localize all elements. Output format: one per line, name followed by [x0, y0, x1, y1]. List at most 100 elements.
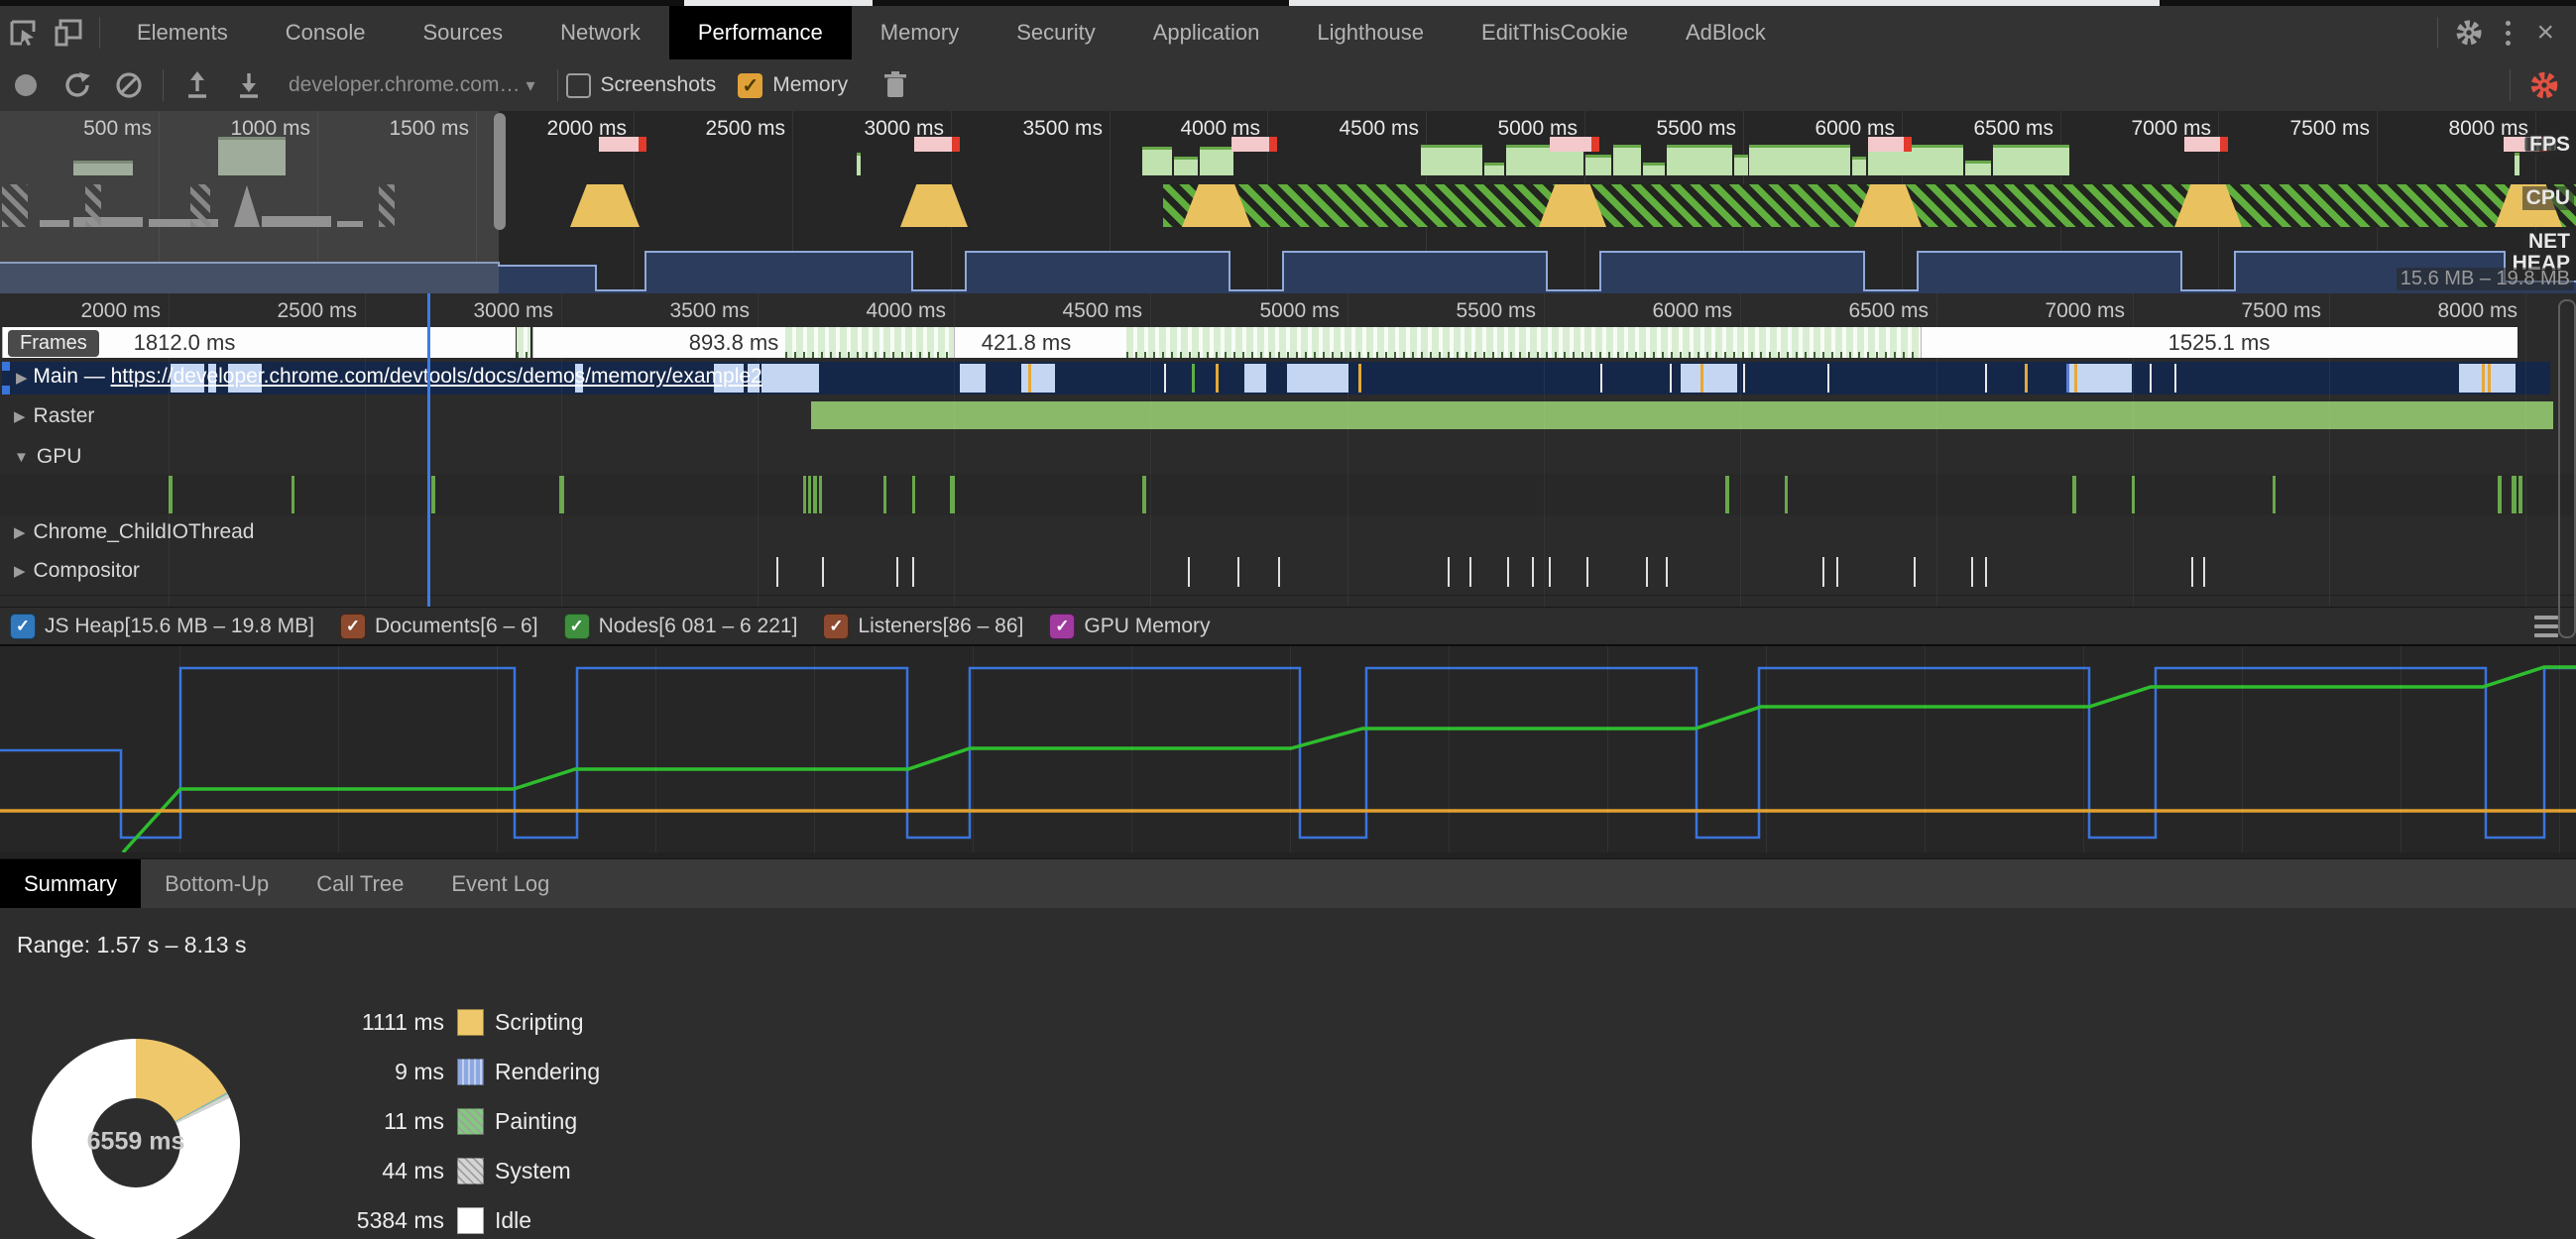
main-thread-track[interactable]: ▶ Main — https://developer.chrome.com/de… [0, 360, 2576, 397]
frames-track[interactable]: 1812.0 ms893.8 ms421.8 ms1525.1 msFrames [0, 327, 2576, 362]
counter-checkbox[interactable]: ✓ [10, 614, 36, 639]
collapsed-arrow-icon[interactable]: ▶ [16, 370, 28, 387]
overlay-menu-icon[interactable] [2534, 616, 2558, 637]
close-devtools-icon[interactable]: × [2524, 18, 2566, 48]
counter-label[interactable]: Documents[6 – 6] [375, 615, 538, 638]
tab-application[interactable]: Application [1124, 6, 1289, 59]
tab-elements[interactable]: Elements [108, 6, 257, 59]
screenshots-label[interactable]: Screenshots [601, 73, 717, 97]
overview-cpu-label: CPU [2522, 186, 2574, 210]
record-button[interactable] [6, 67, 46, 103]
counter-item: ✓ Documents[6 – 6] [340, 614, 538, 639]
counter-label[interactable]: JS Heap[15.6 MB – 19.8 MB] [45, 615, 314, 638]
gpu-activity-tick [813, 476, 817, 513]
tab-adblock[interactable]: AdBlock [1657, 6, 1795, 59]
legend-label: Painting [495, 1108, 577, 1135]
tab-memory[interactable]: Memory [852, 6, 988, 59]
clear-button[interactable] [109, 67, 149, 103]
gpu-activity-tick [2512, 476, 2517, 513]
timeline-overview[interactable]: 500 ms1000 ms1500 ms2000 ms2500 ms3000 m… [0, 111, 2576, 293]
memory-label[interactable]: Memory [772, 73, 848, 97]
detail-ruler-label: 8000 ms [2437, 299, 2525, 323]
expanded-arrow-icon[interactable]: ▼ [14, 449, 29, 466]
long-frame-marker [599, 137, 646, 152]
chrome-childiothread-track[interactable]: ▶Chrome_ChildIOThread [0, 515, 2576, 552]
vertical-scrollbar[interactable] [2558, 299, 2576, 638]
counter-label[interactable]: Nodes[6 081 – 6 221] [599, 615, 798, 638]
garbage-collect-icon[interactable] [876, 67, 915, 103]
tab-performance[interactable]: Performance [669, 6, 852, 59]
selection-edge [2, 386, 10, 394]
memchart-gridline [179, 646, 180, 852]
collapsed-arrow-icon[interactable]: ▶ [14, 562, 26, 580]
counter-checkbox[interactable]: ✓ [564, 614, 590, 639]
compositor-activity-tick [1469, 557, 1471, 587]
save-profile-icon[interactable] [229, 67, 269, 103]
details-tab-event-log[interactable]: Event Log [427, 859, 573, 909]
main-white-tick [1743, 364, 1745, 393]
tab-network[interactable]: Network [531, 6, 669, 59]
gpu-track-header[interactable]: ▼GPU [0, 439, 2576, 474]
load-profile-icon[interactable] [177, 67, 217, 103]
profile-select[interactable]: developer.chrome.com… [289, 73, 520, 97]
settings-gear-icon[interactable] [2452, 16, 2486, 50]
memchart-gridline [2400, 646, 2401, 852]
tab-security[interactable]: Security [988, 6, 1123, 59]
compositor-track-label: Compositor [34, 559, 140, 583]
compositor-activity-tick [776, 557, 778, 587]
tab-editthiscookie[interactable]: EditThisCookie [1453, 6, 1657, 59]
details-tab-bottom-up[interactable]: Bottom-Up [141, 859, 293, 909]
memory-checkbox[interactable]: ✓ [738, 73, 762, 98]
more-options-icon[interactable] [2492, 21, 2524, 46]
details-tab-summary[interactable]: Summary [0, 859, 141, 909]
reload-record-button[interactable] [58, 67, 97, 103]
overview-ruler-label: 3500 ms [1022, 117, 1110, 141]
main-activity-bar [1244, 364, 1266, 393]
memchart-gridline [1449, 646, 1450, 852]
legend-label: System [495, 1158, 571, 1184]
devtools-window: ElementsConsoleSourcesNetworkPerformance… [0, 0, 2576, 1239]
raster-track[interactable]: ▶Raster [0, 396, 2576, 440]
main-white-tick [1600, 364, 1602, 393]
details-tab-call-tree[interactable]: Call Tree [293, 859, 427, 909]
legend-value: 1111 ms [327, 1009, 444, 1036]
capture-settings-gear-icon[interactable] [2524, 67, 2564, 103]
detail-ruler-label: 7500 ms [2241, 299, 2329, 323]
tab-console[interactable]: Console [257, 6, 395, 59]
legend-swatch-scripting [457, 1009, 484, 1036]
counter-item: ✓ Listeners[86 – 86] [823, 614, 1023, 639]
long-frame-marker [914, 137, 960, 152]
detail-ruler-label: 2000 ms [80, 299, 169, 323]
performance-toolbar: developer.chrome.com… ▾ Screenshots ✓ Me… [0, 59, 2576, 112]
gpu-track-lane[interactable] [0, 474, 2576, 516]
memory-counters-chart[interactable] [0, 644, 2576, 860]
partial-frames-bar[interactable] [785, 327, 954, 358]
legend-swatch-painting [457, 1108, 484, 1135]
detail-ruler-label: 6000 ms [1652, 299, 1740, 323]
collapsed-arrow-icon[interactable]: ▶ [14, 407, 26, 425]
counter-checkbox[interactable]: ✓ [823, 614, 849, 639]
collapsed-arrow-icon[interactable]: ▶ [14, 523, 26, 541]
device-toolbar-icon[interactable] [52, 16, 85, 50]
counter-checkbox[interactable]: ✓ [340, 614, 366, 639]
inspect-element-icon[interactable] [6, 16, 40, 50]
compositor-track[interactable]: ▶ Compositor [0, 551, 2576, 596]
gpu-activity-tick [912, 476, 915, 513]
counter-checkbox[interactable]: ✓ [1049, 614, 1075, 639]
main-white-tick [1985, 364, 1987, 393]
partial-frames-bar[interactable] [1126, 327, 1921, 358]
legend-label: Idle [495, 1207, 531, 1234]
main-activity-bar [1287, 364, 1348, 393]
partial-frames-bar[interactable] [517, 327, 530, 358]
chevron-down-icon[interactable]: ▾ [526, 75, 534, 96]
selection-left-handle[interactable] [494, 113, 506, 230]
flame-chart-area[interactable]: 1812.0 ms893.8 ms421.8 ms1525.1 msFrames… [0, 293, 2576, 607]
tab-lighthouse[interactable]: Lighthouse [1288, 6, 1453, 59]
memchart-gridline [973, 646, 974, 852]
memchart-gridline [1925, 646, 1926, 852]
counter-label[interactable]: GPU Memory [1084, 615, 1210, 638]
screenshots-checkbox[interactable] [566, 73, 591, 98]
counter-label[interactable]: Listeners[86 – 86] [858, 615, 1023, 638]
tab-sources[interactable]: Sources [394, 6, 531, 59]
playhead-line[interactable] [427, 293, 430, 607]
